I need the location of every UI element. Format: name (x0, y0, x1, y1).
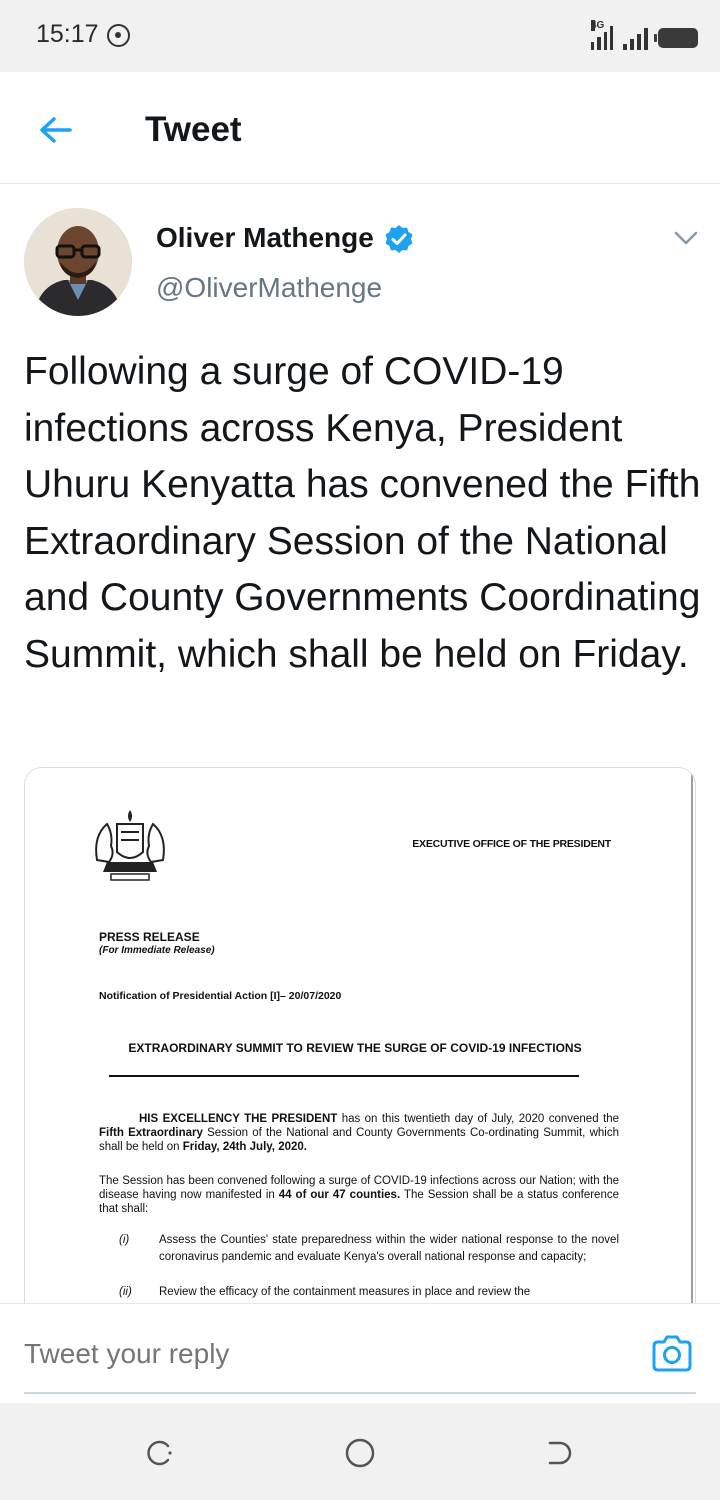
home-icon[interactable] (344, 1437, 376, 1469)
doc-paragraph-2: The Session has been convened following … (99, 1174, 619, 1216)
reply-bar (0, 1303, 720, 1403)
doc-immediate-release: (For Immediate Release) (99, 945, 215, 956)
doc-para1-date: Friday, 24th July, 2020. (182, 1141, 307, 1153)
chevron-down-icon[interactable] (672, 226, 700, 250)
doc-divider (109, 1075, 579, 1077)
reply-input[interactable] (24, 1338, 584, 1370)
tweet-text: Following a surge of COVID-19 infections… (24, 350, 701, 676)
doc-list-item: (i) Assess the Counties' state preparedn… (99, 1232, 619, 1266)
avatar[interactable] (24, 208, 132, 316)
alarm-clock-icon (107, 24, 130, 47)
press-release-document: EXECUTIVE OFFICE OF THE PRESIDENT PRESS … (25, 768, 693, 1326)
doc-item-text: Review the efficacy of the containment m… (159, 1286, 531, 1298)
status-time: 15:17 (36, 20, 99, 48)
camera-icon (652, 1335, 692, 1372)
tweet-header: Tweet (0, 72, 720, 184)
doc-heading: EXTRAORDINARY SUMMIT TO REVIEW THE SURGE… (128, 1041, 582, 1055)
status-icons: 4G (591, 20, 698, 50)
doc-para1-bold: Fifth Extraordinary (99, 1127, 203, 1139)
recent-apps-icon[interactable] (144, 1437, 176, 1469)
doc-paragraph-1: HIS EXCELLENCY THE PRESIDENT has on this… (99, 1112, 619, 1154)
tweet-media[interactable]: EXECUTIVE OFFICE OF THE PRESIDENT PRESS … (24, 767, 696, 1327)
doc-item-text: Assess the Counties' state preparedness … (159, 1234, 619, 1263)
reply-underline (24, 1392, 696, 1394)
doc-list-item: (ii) Review the efficacy of the containm… (99, 1284, 619, 1301)
signal-4g-icon: 4G (591, 20, 613, 50)
doc-para1-lead: HIS EXCELLENCY THE PRESIDENT (139, 1113, 338, 1125)
doc-press-release: PRESS RELEASE (99, 930, 200, 944)
avatar-image (24, 208, 132, 316)
camera-button[interactable] (650, 1334, 694, 1374)
battery-icon (654, 28, 698, 48)
doc-notification: Notification of Presidential Action [I]–… (99, 990, 342, 1002)
verified-badge-icon (385, 225, 413, 253)
back-icon[interactable] (544, 1437, 576, 1469)
doc-item-number: (ii) (119, 1286, 132, 1298)
system-nav-bar (0, 1403, 720, 1500)
status-bar: 15:17 4G (0, 0, 720, 72)
page-title: Tweet (145, 110, 242, 149)
author-handle[interactable]: @OliverMathenge (156, 272, 382, 304)
signal-icon (623, 26, 648, 50)
doc-item-number: (i) (119, 1234, 130, 1246)
coat-of-arms-icon (95, 810, 165, 881)
doc-para1-mid: has on this twentieth day of July, 2020 … (337, 1113, 619, 1125)
doc-office: EXECUTIVE OFFICE OF THE PRESIDENT (412, 838, 611, 850)
network-type-label: 4G (591, 20, 605, 31)
back-button[interactable] (36, 110, 76, 150)
author-name[interactable]: Oliver Mathenge (156, 222, 374, 254)
doc-para2-bold: 44 of our 47 counties. (278, 1189, 401, 1201)
back-arrow-icon (40, 117, 72, 143)
